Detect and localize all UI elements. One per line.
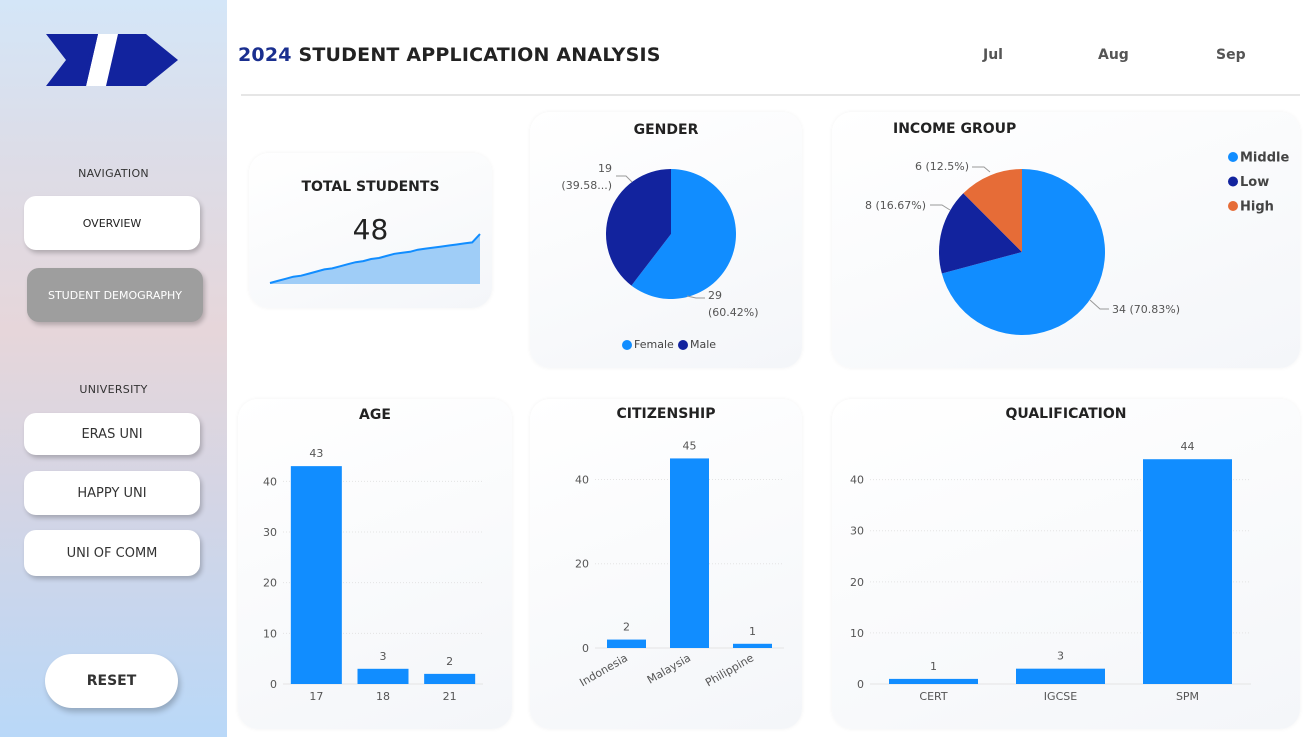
y-tick-label: 0 [857,678,864,691]
gender-legend-marker-female [622,340,632,350]
bar-18[interactable] [357,668,409,684]
title-text: STUDENT APPLICATION ANALYSIS [291,44,661,66]
citizenship-card: CITIZENSHIP 0 20 40 2 Indonesia 45 Malaysia 1 Ph… [530,399,802,729]
income-legend-middle[interactable]: Middle [1240,151,1289,166]
y-tick-label: 40 [263,475,277,488]
x-tick-label: Philippine [703,651,756,689]
x-tick-label: 21 [443,690,457,703]
sidebar: NAVIGATION OVERVIEW STUDENT DEMOGRAPHY U… [0,0,227,737]
y-tick-label: 30 [263,526,277,539]
bar-value-label: 43 [309,447,323,460]
income-legend-marker-high [1228,201,1238,211]
income-label-middle: 34 (70.83%) [1112,303,1180,316]
gender-card: GENDER 29 (60.42%) 19 (39.58...) Female Male [530,112,802,368]
gender-female-count: 29 [708,289,722,302]
brand-logo [46,34,178,86]
bar-21[interactable] [424,673,476,684]
nav-overview-button[interactable]: OVERVIEW [24,196,200,250]
y-tick-label: 40 [575,473,589,486]
bar-value-label: 3 [380,650,387,663]
citizenship-bar-chart: 0 20 40 2 Indonesia 45 Malaysia 1 Philippine [575,439,784,689]
income-label-low: 8 (16.67%) [865,199,926,212]
income-legend-marker-low [1228,176,1238,187]
month-sep[interactable]: Sep [1216,47,1246,63]
bar-igcse[interactable] [1016,668,1105,684]
income-card: INCOME GROUP 34 (70.83%) 8 (16.67%) 6 (12.… [832,112,1300,368]
bar-malaysia[interactable] [670,458,709,648]
bar-philippine[interactable] [733,643,772,648]
gender-male-percent: (39.58...) [561,179,612,192]
income-leader-low [930,204,951,211]
gender-legend-male[interactable]: Male [690,338,716,351]
x-tick-label: IGCSE [1044,690,1077,703]
income-leader-middle [1089,299,1109,310]
reset-button[interactable]: RESET [45,654,178,708]
age-card: AGE 0 10 20 30 40 43 17 3 18 2 21 [238,399,512,729]
x-tick-label: Malaysia [645,651,693,686]
y-tick-label: 0 [270,678,277,691]
y-tick-label: 30 [850,525,864,538]
gender-legend-marker-male [678,340,688,350]
y-tick-label: 10 [850,627,864,640]
nav-student-demography-button[interactable]: STUDENT DEMOGRAPHY [27,268,203,322]
income-legend-low[interactable]: Low [1240,175,1269,190]
gender-legend-female[interactable]: Female [634,338,674,351]
x-tick-label: SPM [1176,690,1199,703]
bar-cert[interactable] [889,678,978,684]
income-legend-marker-middle [1228,152,1238,162]
total-students-trend-chart [269,233,481,284]
month-aug[interactable]: Aug [1098,47,1129,63]
income-label-high: 6 (12.5%) [915,160,969,173]
x-tick-label: 17 [309,690,323,703]
title-year: 2024 [238,44,292,66]
header-divider [241,94,1300,96]
bar-17[interactable] [290,466,342,684]
university-heading: UNIVERSITY [79,383,148,396]
bar-value-label: 2 [446,655,453,668]
total-students-card: TOTAL STUDENTS 48 [249,153,492,308]
navigation-heading: NAVIGATION [78,167,149,180]
y-tick-label: 20 [575,558,589,571]
gender-male-leader [616,175,633,183]
month-jul[interactable]: Jul [983,47,1003,63]
y-tick-label: 0 [582,642,589,655]
qualification-bar-chart: 0 10 20 30 40 1 CERT 3 IGCSE 44 SPM [850,440,1251,703]
gender-male-count: 19 [598,162,612,175]
age-bar-chart: 0 10 20 30 40 43 17 3 18 2 21 [263,447,483,703]
bar-spm[interactable] [1143,459,1232,684]
page-title: 2024 STUDENT APPLICATION ANALYSIS [238,44,661,66]
income-leader-high [972,166,991,173]
y-tick-label: 20 [263,577,277,590]
y-tick-label: 40 [850,474,864,487]
uni-eras-button[interactable]: ERAS UNI [24,413,200,455]
income-legend-high[interactable]: High [1240,200,1274,215]
bar-value-label: 44 [1181,440,1195,453]
x-tick-label: 18 [376,690,390,703]
bar-value-label: 3 [1057,650,1064,663]
bar-indonesia[interactable] [607,639,646,648]
x-tick-label: Indonesia [577,651,630,689]
bar-value-label: 2 [623,621,630,634]
qualification-card: QUALIFICATION 0 10 20 30 40 1 CERT 3 IGCSE 44 SPM [832,399,1300,729]
bar-value-label: 1 [930,660,937,673]
uni-happy-button[interactable]: HAPPY UNI [24,471,200,515]
bar-value-label: 1 [749,625,756,638]
x-tick-label: CERT [919,690,947,703]
bar-value-label: 45 [683,439,697,452]
income-pie-chart: 34 (70.83%) 8 (16.67%) 6 (12.5%) Middle Low H… [865,151,1289,335]
gender-female-leader [686,295,705,299]
gender-female-percent: (60.42%) [708,306,759,319]
y-tick-label: 10 [263,627,277,640]
gender-pie-chart: 29 (60.42%) 19 (39.58...) Female Male [561,162,759,351]
uni-of-comm-button[interactable]: UNI OF COMM [24,530,200,576]
y-tick-label: 20 [850,576,864,589]
